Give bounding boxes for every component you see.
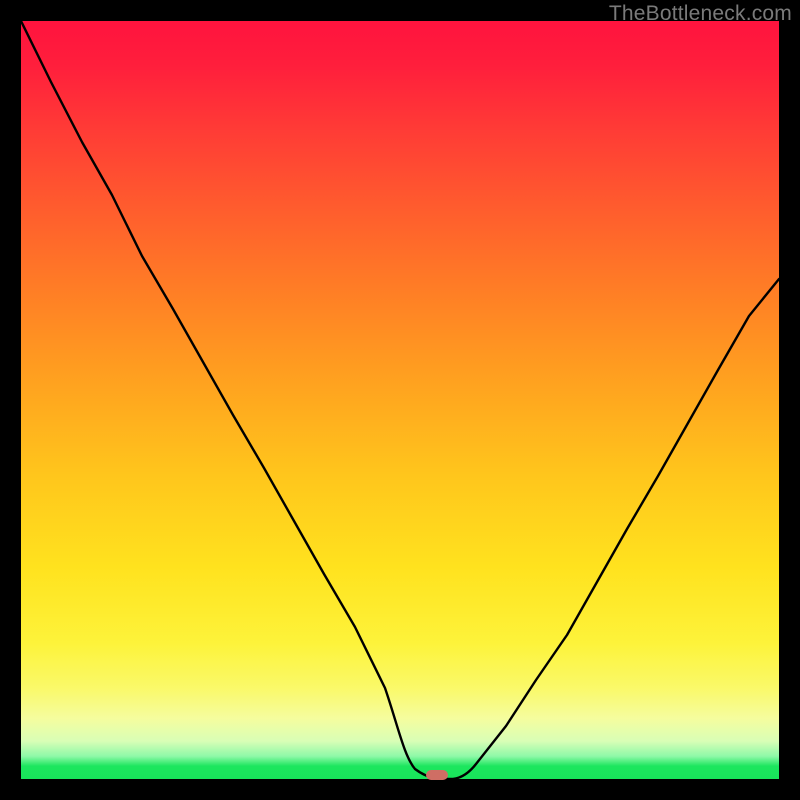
- plot-area: [21, 21, 779, 779]
- chart-frame: TheBottleneck.com: [0, 0, 800, 800]
- optimum-marker: [426, 770, 448, 780]
- bottleneck-curve: [21, 21, 779, 779]
- watermark-text: TheBottleneck.com: [609, 2, 792, 26]
